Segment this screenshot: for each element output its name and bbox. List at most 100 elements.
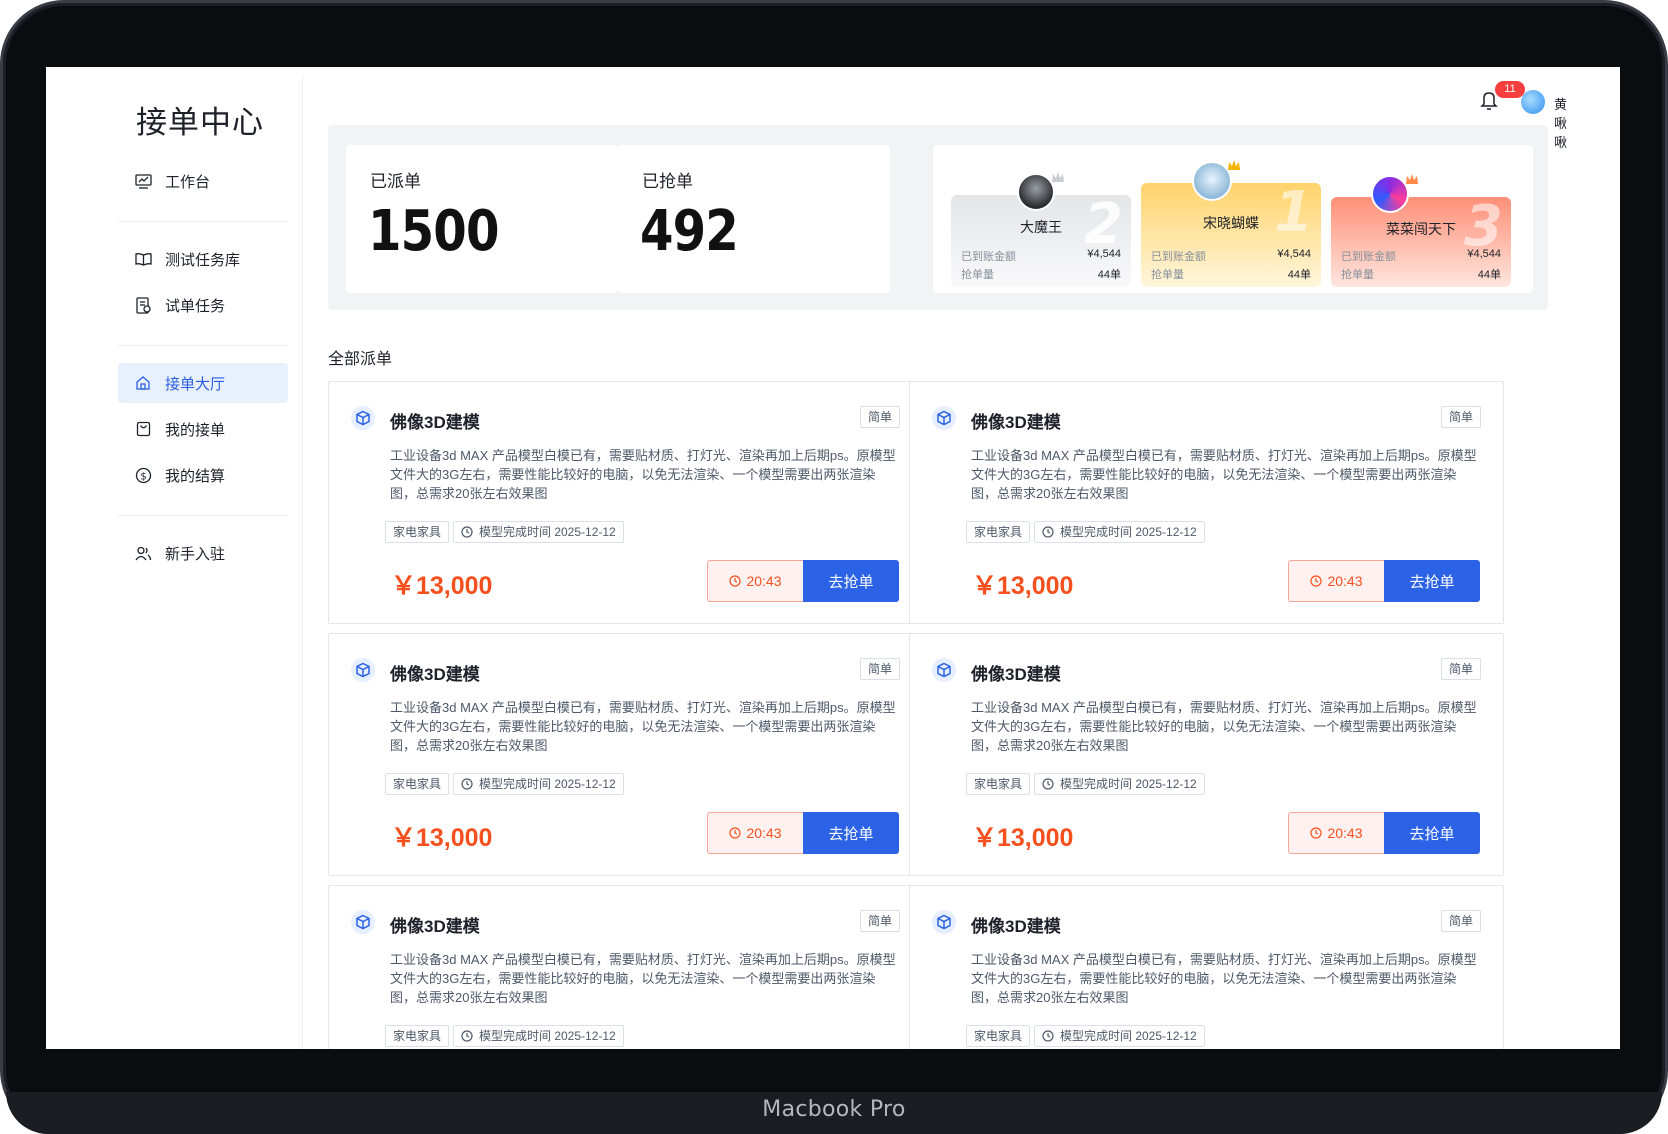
nav-item-my-orders[interactable]: 我的接单 (118, 409, 288, 449)
user-name[interactable]: 黄啾啾 (1554, 94, 1567, 151)
order-description: 工业设备3d MAX 产品模型白模已有，需要贴材质、打灯光、渲染再加上后期ps。… (390, 448, 896, 501)
order-title: 佛像3D建模 (390, 665, 480, 684)
difficulty-tag: 简单 (1440, 910, 1481, 932)
order-price: ￥13,000 (972, 824, 1074, 852)
nav-item-task-library[interactable]: 测试任务库 (118, 239, 288, 279)
grab-order-button[interactable]: 去抢单 (1384, 812, 1480, 854)
stat-value: 1500 (368, 199, 499, 264)
cube-icon (351, 910, 375, 934)
countdown-timer: 20:43 (1288, 560, 1384, 602)
order-description: 工业设备3d MAX 产品模型白模已有，需要贴材质、打灯光、渲染再加上后期ps。… (971, 448, 1477, 501)
cube-icon (932, 910, 956, 934)
order-card[interactable]: 佛像3D建模 简单 工业设备3d MAX 产品模型白模已有，需要贴材质、打灯光、… (909, 381, 1504, 624)
deadline-chip: 模型完成时间 2025-12-12 (453, 773, 624, 795)
deadline-chip: 模型完成时间 2025-12-12 (453, 1025, 624, 1047)
nav-divider (118, 345, 288, 346)
clock-icon (729, 827, 742, 839)
rank-count-row: 抢单量 44单 (961, 266, 1121, 282)
stats-panel: 已派单 1500 已抢单 492 2 大魔王 已到账金额 ¥4,544 抢单量 44… (328, 125, 1548, 310)
amount-label: 已到账金额 (1151, 251, 1206, 263)
nav-label: 工作台 (165, 173, 211, 191)
category-chip: 家电家具 (966, 773, 1031, 795)
difficulty-tag: 简单 (859, 658, 900, 680)
crown-icon (1406, 174, 1418, 184)
order-card[interactable]: 佛像3D建模 简单 工业设备3d MAX 产品模型白模已有，需要贴材质、打灯光、… (909, 633, 1504, 876)
deadline-text: 模型完成时间 2025-12-12 (479, 525, 616, 539)
clock-icon (461, 778, 473, 790)
clock-icon (1310, 575, 1323, 587)
nav-item-workbench[interactable]: 工作台 (118, 161, 288, 201)
category-chip: 家电家具 (385, 521, 450, 543)
deadline-chip: 模型完成时间 2025-12-12 (1034, 521, 1205, 543)
clock-icon (461, 1030, 473, 1042)
count-value: 44单 (1287, 269, 1311, 281)
crown-icon (1052, 172, 1064, 182)
screen: 接单中心 工作台 测试任务库 试单任务 接单大厅 我的接单 $ 我的结算 新手入… (46, 67, 1620, 1049)
countdown-timer: 20:43 (707, 812, 803, 854)
stat-label: 已派单 (370, 172, 421, 191)
difficulty-tag: 简单 (859, 406, 900, 428)
nav-label: 我的接单 (165, 421, 226, 439)
cube-icon (932, 406, 956, 430)
order-description: 工业设备3d MAX 产品模型白模已有，需要贴材质、打灯光、渲染再加上后期ps。… (971, 700, 1477, 753)
document-icon (134, 296, 152, 314)
deadline-text: 模型完成时间 2025-12-12 (1060, 1029, 1197, 1043)
dashboard-icon (134, 172, 152, 190)
grab-order-button[interactable]: 去抢单 (803, 812, 899, 854)
grab-order-button[interactable]: 去抢单 (1384, 560, 1480, 602)
order-card[interactable]: 佛像3D建模 简单 工业设备3d MAX 产品模型白模已有，需要贴材质、打灯光、… (328, 381, 923, 624)
clock-icon (1042, 778, 1054, 790)
cube-icon (351, 658, 375, 682)
stat-value: 492 (640, 199, 739, 264)
amount-label: 已到账金额 (961, 251, 1016, 263)
notification-badge: 11 (1495, 81, 1525, 98)
category-chip: 家电家具 (385, 1025, 450, 1047)
deadline-text: 模型完成时间 2025-12-12 (1060, 525, 1197, 539)
rank-amount-row: 已到账金额 ¥4,544 (1341, 248, 1501, 264)
category-chip: 家电家具 (966, 1025, 1031, 1047)
rank-avatar-3 (1371, 175, 1409, 213)
nav-divider (118, 221, 288, 222)
clock-icon (729, 575, 742, 587)
avatar[interactable] (1521, 90, 1545, 114)
clock-icon (1310, 827, 1323, 839)
amount-value: ¥4,544 (1467, 248, 1501, 260)
crown-icon (1228, 160, 1240, 170)
cube-icon (932, 658, 956, 682)
count-label: 抢单量 (1341, 269, 1374, 281)
rank-count-row: 抢单量 44单 (1151, 266, 1311, 282)
nav-item-newcomer[interactable]: 新手入驻 (118, 533, 288, 573)
difficulty-tag: 简单 (1440, 658, 1481, 680)
grab-order-button[interactable]: 去抢单 (803, 560, 899, 602)
nav-item-my-settlement[interactable]: $ 我的结算 (118, 455, 288, 495)
app-window: 接单中心 工作台 测试任务库 试单任务 接单大厅 我的接单 $ 我的结算 新手入… (103, 75, 1567, 1049)
nav-item-trial-tasks[interactable]: 试单任务 (118, 285, 288, 325)
home-icon (134, 374, 152, 392)
category-chip: 家电家具 (385, 773, 450, 795)
order-card[interactable]: 佛像3D建模 简单 工业设备3d MAX 产品模型白模已有，需要贴材质、打灯光、… (909, 885, 1504, 1049)
timer-text: 20:43 (1327, 573, 1363, 589)
nav-label: 接单大厅 (165, 375, 226, 393)
svg-text:$: $ (140, 471, 146, 482)
category-chip: 家电家具 (966, 521, 1031, 543)
order-description: 工业设备3d MAX 产品模型白模已有，需要贴材质、打灯光、渲染再加上后期ps。… (390, 700, 896, 753)
nav-label: 测试任务库 (165, 251, 241, 269)
order-description: 工业设备3d MAX 产品模型白模已有，需要贴材质、打灯光、渲染再加上后期ps。… (971, 952, 1477, 1005)
rank-name: 菜菜闯天下 (1386, 221, 1456, 237)
rank-card-3: 3 菜菜闯天下 已到账金额 ¥4,544 抢单量 44单 (1331, 197, 1511, 287)
deadline-text: 模型完成时间 2025-12-12 (1060, 777, 1197, 791)
order-card[interactable]: 佛像3D建模 简单 工业设备3d MAX 产品模型白模已有，需要贴材质、打灯光、… (328, 885, 923, 1049)
count-label: 抢单量 (961, 269, 994, 281)
deadline-text: 模型完成时间 2025-12-12 (479, 1029, 616, 1043)
stat-card-grabbed: 已抢单 492 (618, 145, 890, 293)
order-title: 佛像3D建模 (390, 917, 480, 936)
nav-item-order-hall[interactable]: 接单大厅 (118, 363, 288, 403)
countdown-timer: 20:43 (707, 560, 803, 602)
timer-text: 20:43 (746, 573, 782, 589)
section-title: 全部派单 (328, 351, 393, 368)
bag-icon (134, 420, 152, 438)
order-title: 佛像3D建模 (971, 665, 1061, 684)
order-card[interactable]: 佛像3D建模 简单 工业设备3d MAX 产品模型白模已有，需要贴材质、打灯光、… (328, 633, 923, 876)
user-add-icon (134, 544, 152, 562)
rank-count-row: 抢单量 44单 (1341, 266, 1501, 282)
